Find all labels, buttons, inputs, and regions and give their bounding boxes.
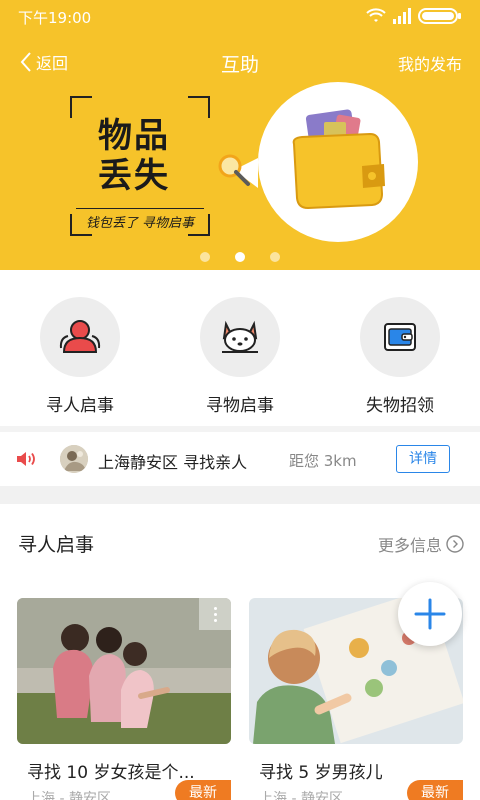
wallet-illustration-icon bbox=[292, 109, 385, 210]
category-icon-circle bbox=[360, 297, 440, 377]
pagination-dot[interactable] bbox=[270, 252, 280, 262]
card-location: 上海 - 静安区 bbox=[259, 791, 343, 800]
speaker-icon bbox=[16, 450, 38, 472]
banner-title-line2: 丢失 bbox=[98, 156, 170, 196]
card-title: 寻找 5 岁男孩儿 bbox=[259, 763, 383, 783]
category-label: 寻人启事 bbox=[46, 396, 114, 416]
category-lost-and-found[interactable]: 失物招领 bbox=[330, 297, 470, 416]
battery-icon bbox=[418, 8, 462, 28]
category-row: 寻人启事 寻物启事 失物招领 bbox=[0, 270, 480, 426]
category-find-item[interactable]: 寻物启事 bbox=[170, 297, 310, 416]
ticker-distance: 距您 3km bbox=[289, 452, 357, 470]
new-badge: 最新 bbox=[175, 780, 231, 800]
hero-banner: 下午19:00 返回 互助 我的发布 物品 丢失 钱包丢了 寻物启事 bbox=[0, 0, 480, 270]
my-posts-button[interactable]: 我的发布 bbox=[398, 51, 462, 75]
pagination-dot-active[interactable] bbox=[235, 252, 245, 262]
card-more-menu[interactable] bbox=[199, 598, 231, 630]
card-location: 上海 - 静安区 bbox=[27, 791, 111, 800]
signal-icon bbox=[392, 8, 412, 28]
chevron-right-circle-icon bbox=[446, 535, 464, 553]
nav-bar: 返回 互助 我的发布 bbox=[0, 40, 480, 86]
card-image bbox=[17, 598, 231, 744]
pagination-dot[interactable] bbox=[200, 252, 210, 262]
card-title: 寻找 10 岁女孩是个... bbox=[27, 763, 195, 783]
section-title: 寻人启事 bbox=[18, 534, 95, 556]
section-divider bbox=[0, 486, 480, 504]
banner-subtitle: 钱包丢了 寻物启事 bbox=[76, 208, 204, 231]
frame-corner bbox=[70, 96, 92, 118]
avatar bbox=[60, 445, 88, 473]
status-bar: 下午19:00 bbox=[0, 0, 480, 32]
add-post-button[interactable] bbox=[398, 582, 462, 646]
magnifier-icon bbox=[218, 154, 258, 188]
banner-title-line1: 物品 bbox=[98, 116, 170, 156]
plus-icon bbox=[414, 598, 446, 630]
new-badge: 最新 bbox=[407, 780, 463, 800]
category-find-person[interactable]: 寻人启事 bbox=[10, 297, 150, 416]
category-icon-circle bbox=[40, 297, 120, 377]
banner-illustration-bubble bbox=[258, 82, 418, 242]
detail-button[interactable]: 详情 bbox=[396, 445, 450, 473]
frame-corner bbox=[188, 96, 210, 118]
person-icon bbox=[59, 320, 101, 353]
more-info-label: 更多信息 bbox=[377, 536, 442, 555]
notice-ticker[interactable]: 上海静安区 寻找亲人 距您 3km 详情 bbox=[0, 432, 480, 486]
category-icon-circle bbox=[200, 297, 280, 377]
category-label: 寻物启事 bbox=[206, 396, 274, 416]
notice-card[interactable]: 寻找 10 岁女孩是个... 上海 - 静安区 最新 bbox=[17, 598, 231, 800]
wallet-icon bbox=[384, 323, 416, 351]
section-header: 寻人启事 更多信息 bbox=[0, 504, 480, 580]
status-time: 下午19:00 bbox=[18, 9, 92, 27]
banner-title: 物品 丢失 bbox=[98, 116, 170, 196]
wifi-icon bbox=[366, 8, 386, 28]
more-info-link[interactable]: 更多信息 bbox=[378, 532, 464, 556]
category-label: 失物招领 bbox=[366, 396, 434, 416]
banner-text-block[interactable]: 物品 丢失 钱包丢了 寻物启事 bbox=[70, 96, 210, 236]
banner-pagination bbox=[0, 251, 480, 263]
dog-icon bbox=[222, 320, 258, 353]
ticker-message: 上海静安区 寻找亲人 bbox=[98, 453, 248, 472]
